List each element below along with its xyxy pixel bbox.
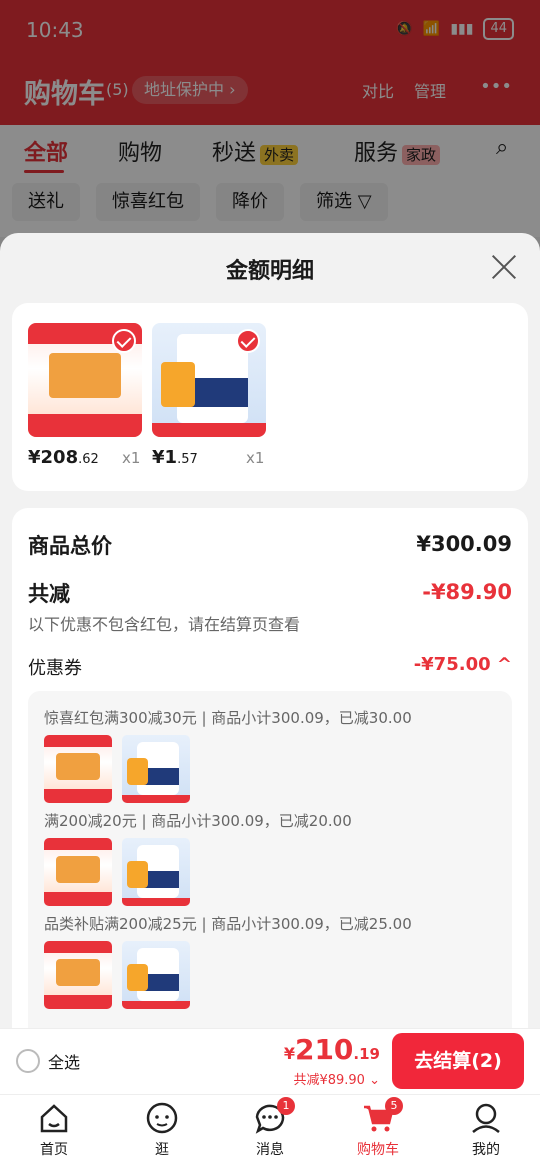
price-decimal: .57 (177, 452, 198, 467)
home-icon (37, 1101, 71, 1135)
saved-amount: 共减¥89.90 (293, 1073, 365, 1088)
coupon-toggle[interactable]: -¥75.00 ^ (414, 654, 512, 675)
chevron-up-icon: ^ (496, 654, 512, 675)
tab-label: 逛 (155, 1142, 169, 1158)
tab-cart[interactable]: 5 购物车 (338, 1097, 418, 1159)
product-price: ¥208.62 (28, 447, 99, 468)
select-all-label[interactable]: 全选 (48, 1049, 80, 1073)
cart-badge: 5 (385, 1097, 403, 1115)
product-thumbnail (122, 735, 190, 803)
product-item[interactable]: ¥208.62 x1 (28, 323, 146, 468)
tab-browse[interactable]: 逛 (122, 1101, 202, 1159)
chevron-down-icon: ⌄ (369, 1073, 380, 1088)
profile-icon (469, 1101, 503, 1135)
product-thumbnail (44, 735, 112, 803)
coupon-value: -¥75.00 (413, 654, 491, 675)
checkout-button[interactable]: 去结算(2) (392, 1033, 524, 1089)
coupon-line: 满200减20元 | 商品小计300.09，已减20.00 (44, 812, 352, 830)
total-label: 商品总价 (28, 534, 112, 558)
product-price: ¥1.57 (152, 447, 198, 468)
total-value: ¥300.09 (416, 532, 512, 556)
discount-note: 以下优惠不包含红包，请在结算页查看 (28, 615, 301, 634)
cart-icon: 5 (361, 1097, 403, 1135)
message-badge: 1 (277, 1097, 295, 1115)
amount-detail-sheet: 金额明细 ¥208.62 x1 ¥1.57 x1 商品总价 ¥300.09 共减… (0, 233, 540, 1028)
bottom-tab-bar: 首页 逛 1 消息 5 购物车 我的 (0, 1094, 540, 1165)
amount-decimal: .19 (353, 1045, 380, 1063)
tab-label: 首页 (40, 1142, 68, 1158)
saved-summary[interactable]: 共减¥89.90 ⌄ (293, 1069, 380, 1088)
message-icon: 1 (253, 1097, 295, 1135)
total-amount: ¥210.19 (284, 1033, 380, 1066)
product-thumbnail (44, 838, 112, 906)
tab-label: 购物车 (357, 1142, 399, 1158)
coupon-detail-list: 惊喜红包满300减30元 | 商品小计300.09，已减30.00 满200减2… (28, 691, 512, 1028)
sheet-title: 金额明细 (225, 259, 314, 284)
product-image (152, 323, 266, 437)
close-icon[interactable] (490, 253, 518, 281)
coupon-line: 惊喜红包满300减30元 | 商品小计300.09，已减30.00 (44, 709, 412, 727)
product-image (28, 323, 142, 437)
tab-label: 消息 (256, 1142, 284, 1158)
selected-products-card: ¥208.62 x1 ¥1.57 x1 (12, 303, 528, 491)
amount-integer: 210 (294, 1033, 354, 1066)
product-qty: x1 (122, 449, 141, 467)
price-integer: ¥208 (28, 447, 79, 468)
checked-icon (112, 329, 136, 353)
product-thumbnail (122, 941, 190, 1009)
checkout-bar: 全选 ¥210.19 共减¥89.90 ⌄ 去结算(2) (0, 1028, 540, 1094)
product-item[interactable]: ¥1.57 x1 (152, 323, 270, 468)
tab-label: 我的 (472, 1142, 500, 1158)
checked-icon (236, 329, 260, 353)
coupon-line: 品类补贴满200减25元 | 商品小计300.09，已减25.00 (44, 915, 412, 933)
tab-messages[interactable]: 1 消息 (230, 1097, 310, 1159)
discount-value: -¥89.90 (422, 580, 512, 604)
select-all-radio[interactable] (16, 1049, 40, 1073)
product-thumbnail (122, 838, 190, 906)
discount-label: 共减 (28, 582, 70, 606)
price-decimal: .62 (78, 452, 99, 467)
currency-symbol: ¥ (283, 1044, 295, 1063)
product-qty: x1 (246, 449, 265, 467)
price-integer: ¥1 (152, 447, 178, 468)
product-thumbnail (44, 941, 112, 1009)
tab-home[interactable]: 首页 (14, 1101, 94, 1159)
price-breakdown-card: 商品总价 ¥300.09 共减 -¥89.90 以下优惠不包含红包，请在结算页查… (12, 508, 528, 1028)
browse-icon (145, 1101, 179, 1135)
tab-profile[interactable]: 我的 (446, 1101, 526, 1159)
coupon-label: 优惠券 (28, 658, 82, 679)
